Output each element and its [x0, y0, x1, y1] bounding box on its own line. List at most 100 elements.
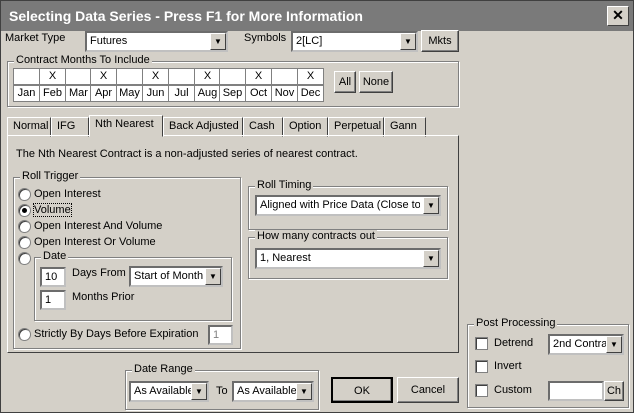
oi-or-volume-radio[interactable] — [18, 236, 31, 249]
market-type-value: Futures — [90, 35, 128, 47]
date-title: Date — [41, 250, 69, 262]
custom-input[interactable] — [548, 381, 604, 401]
market-type-label: Market Type — [5, 32, 66, 44]
month-toggle-jul[interactable] — [168, 68, 195, 85]
days-from-select[interactable]: Start of Month ▼ — [129, 266, 223, 287]
market-type-select[interactable]: Futures ▼ — [85, 31, 228, 52]
invert-checkbox[interactable] — [475, 360, 488, 373]
open-interest-radio[interactable] — [18, 188, 31, 201]
month-label-aug[interactable]: Aug — [194, 85, 221, 102]
oi-or-volume-label: Open Interest Or Volume — [34, 236, 156, 248]
expiration-days-input[interactable]: 1 — [208, 325, 233, 345]
open-interest-label: Open Interest — [34, 188, 101, 200]
months-input[interactable]: 1 — [40, 290, 66, 310]
contracts-out-value: 1, Nearest — [260, 252, 311, 264]
cancel-button[interactable]: Cancel — [397, 377, 459, 403]
date-range-from-select[interactable]: As Available ▼ — [129, 381, 209, 402]
contracts-out-title: How many contracts out — [255, 230, 377, 242]
roll-timing-value: Aligned with Price Data (Close to C — [260, 199, 420, 211]
month-toggle-may[interactable] — [116, 68, 143, 85]
month-toggle-apr[interactable]: X — [90, 68, 117, 85]
ok-button[interactable]: OK — [331, 377, 393, 403]
symbols-label: Symbols — [244, 32, 287, 44]
chevron-down-icon[interactable]: ▼ — [191, 383, 207, 400]
oi-and-volume-radio[interactable] — [18, 220, 31, 233]
contract-months-title: Contract Months To Include — [14, 54, 152, 66]
custom-choose-button[interactable]: Ch — [604, 381, 624, 401]
invert-label: Invert — [494, 360, 522, 372]
close-button[interactable]: ✕ — [607, 6, 629, 26]
tab-perpetual[interactable]: Perpetual — [328, 117, 384, 137]
month-label-jun[interactable]: Jun — [142, 85, 169, 102]
roll-timing-title: Roll Timing — [255, 179, 314, 191]
date-range-to-label: To — [216, 385, 228, 397]
month-toggle-dec[interactable]: X — [297, 68, 324, 85]
tab-back-adjusted[interactable]: Back Adjusted — [163, 117, 243, 137]
month-label-feb[interactable]: Feb — [39, 85, 66, 102]
date-range-to-value: As Available — [237, 385, 297, 397]
symbols-select[interactable]: 2[LC] ▼ — [291, 31, 418, 52]
detrend-value: 2nd Contra — [553, 338, 608, 350]
days-input[interactable]: 10 — [40, 267, 66, 287]
chevron-down-icon[interactable]: ▼ — [400, 33, 416, 50]
date-radio[interactable] — [18, 252, 31, 265]
oi-and-volume-label: Open Interest And Volume — [34, 220, 163, 232]
volume-label: Volume — [33, 203, 72, 217]
expiration-label: Strictly By Days Before Expiration — [34, 328, 199, 340]
month-toggle-jan[interactable] — [13, 68, 40, 85]
month-label-jul[interactable]: Jul — [168, 85, 195, 102]
post-processing-title: Post Processing — [474, 317, 558, 329]
month-toggle-aug[interactable]: X — [194, 68, 221, 85]
tab-cash[interactable]: Cash — [243, 117, 283, 137]
volume-radio[interactable] — [18, 204, 31, 217]
month-label-dec[interactable]: Dec — [297, 85, 324, 102]
symbols-value: 2[LC] — [296, 35, 323, 47]
month-label-apr[interactable]: Apr — [90, 85, 117, 102]
month-label-oct[interactable]: Oct — [245, 85, 272, 102]
date-range-from-value: As Available — [134, 385, 194, 397]
no-months-button[interactable]: None — [359, 71, 393, 93]
chevron-down-icon[interactable]: ▼ — [423, 250, 439, 267]
tab-ifg[interactable]: IFG — [51, 117, 89, 137]
days-from-label: Days From — [72, 267, 126, 279]
month-label-mar[interactable]: Mar — [65, 85, 92, 102]
month-label-sep[interactable]: Sep — [219, 85, 246, 102]
dialog-window: Selecting Data Series - Press F1 for Mor… — [0, 0, 634, 413]
tab-nth-nearest[interactable]: Nth Nearest — [89, 115, 163, 137]
window-title: Selecting Data Series - Press F1 for Mor… — [9, 8, 363, 24]
expiration-radio[interactable] — [18, 328, 31, 341]
roll-timing-select[interactable]: Aligned with Price Data (Close to C ▼ — [255, 195, 441, 216]
chevron-down-icon[interactable]: ▼ — [210, 33, 226, 50]
date-range-title: Date Range — [132, 363, 195, 375]
months-prior-label: Months Prior — [72, 291, 135, 303]
detrend-checkbox[interactable] — [475, 337, 488, 350]
custom-label: Custom — [494, 384, 532, 396]
month-toggle-nov[interactable] — [271, 68, 298, 85]
all-months-button[interactable]: All — [334, 71, 356, 93]
tab-normal[interactable]: Normal — [7, 117, 51, 137]
mkts-button[interactable]: Mkts — [421, 30, 459, 52]
month-toggle-feb[interactable]: X — [39, 68, 66, 85]
month-toggle-sep[interactable] — [219, 68, 246, 85]
date-range-to-select[interactable]: As Available ▼ — [232, 381, 314, 402]
chevron-down-icon[interactable]: ▼ — [296, 383, 312, 400]
tab-option[interactable]: Option — [283, 117, 328, 137]
custom-checkbox[interactable] — [475, 384, 488, 397]
nth-nearest-description: The Nth Nearest Contract is a non-adjust… — [16, 148, 358, 160]
month-toggle-oct[interactable]: X — [245, 68, 272, 85]
detrend-select[interactable]: 2nd Contra ▼ — [548, 334, 624, 355]
month-label-may[interactable]: May — [116, 85, 143, 102]
month-label-nov[interactable]: Nov — [271, 85, 298, 102]
roll-trigger-title: Roll Trigger — [20, 170, 81, 182]
contracts-out-select[interactable]: 1, Nearest ▼ — [255, 248, 441, 269]
chevron-down-icon[interactable]: ▼ — [205, 268, 221, 285]
chevron-down-icon[interactable]: ▼ — [423, 197, 439, 214]
detrend-label: Detrend — [494, 337, 534, 349]
month-label-jan[interactable]: Jan — [13, 85, 40, 102]
month-toggle-jun[interactable]: X — [142, 68, 169, 85]
chevron-down-icon[interactable]: ▼ — [606, 336, 622, 353]
title-bar: Selecting Data Series - Press F1 for Mor… — [1, 1, 633, 31]
month-toggle-mar[interactable] — [65, 68, 92, 85]
tab-gann[interactable]: Gann — [384, 117, 426, 137]
days-from-value: Start of Month — [134, 270, 204, 282]
